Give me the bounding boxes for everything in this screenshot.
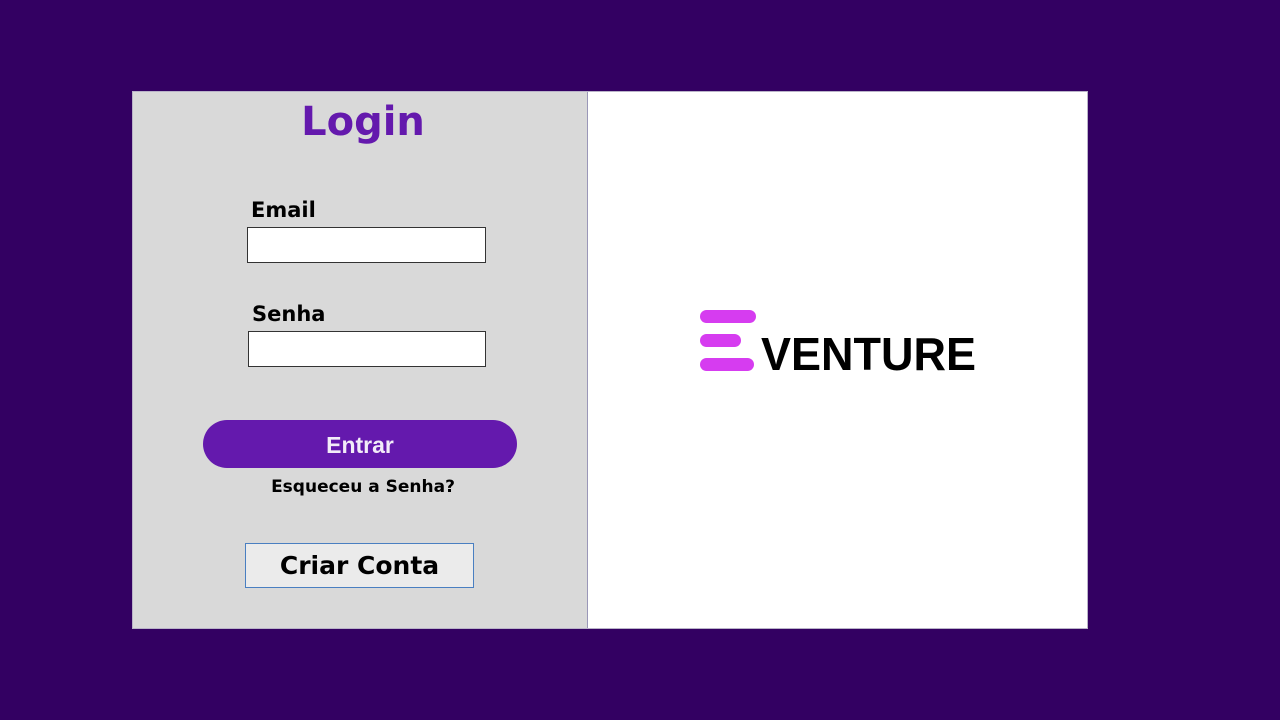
password-field[interactable] — [248, 331, 486, 367]
logo-mark-icon — [700, 310, 756, 371]
brand-panel: VENTURE — [588, 92, 1087, 628]
email-label: Email — [251, 198, 316, 222]
forgot-password-link[interactable]: Esqueceu a Senha? — [133, 477, 593, 497]
create-account-button[interactable]: Criar Conta — [245, 543, 474, 588]
eventure-logo: VENTURE — [700, 310, 976, 374]
login-panel: Login Email Senha Entrar Esqueceu a Senh… — [133, 92, 588, 628]
login-button[interactable]: Entrar — [203, 420, 517, 468]
logo-wordmark: VENTURE — [761, 328, 976, 374]
password-label: Senha — [252, 302, 326, 326]
page-title: Login — [301, 99, 425, 145]
email-field[interactable] — [247, 227, 486, 263]
login-card: Login Email Senha Entrar Esqueceu a Senh… — [133, 92, 1087, 628]
